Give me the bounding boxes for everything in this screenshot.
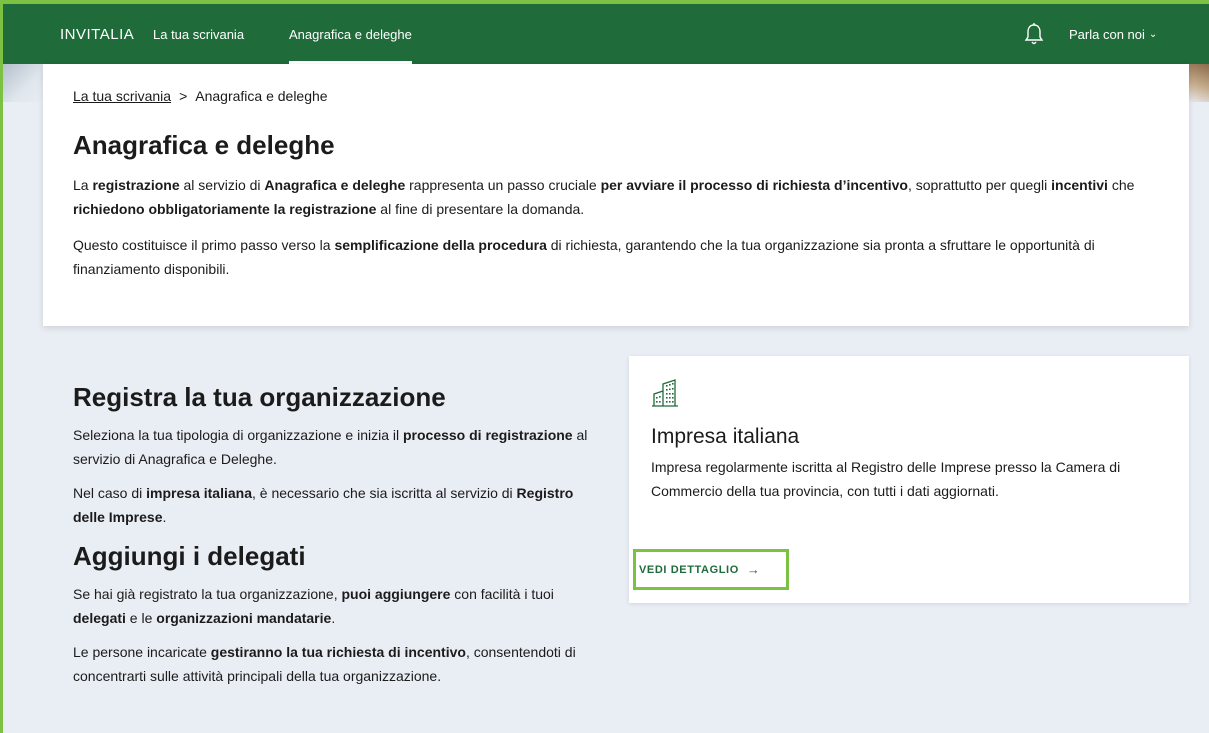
intro-paragraph-1: La registrazione al servizio di Anagrafi… — [73, 177, 1135, 217]
breadcrumb-home-link[interactable]: La tua scrivania — [73, 88, 171, 104]
delegates-paragraph-1: Se hai già registrato la tua organizzazi… — [73, 586, 554, 626]
contact-label: Parla con noi — [1069, 26, 1145, 42]
delegates-title: Aggiungi i delegati — [73, 541, 306, 571]
button-label: VEDI DETTAGLIO — [639, 563, 739, 576]
vedi-dettaglio-button[interactable]: VEDI DETTAGLIO → — [633, 549, 789, 590]
bell-icon[interactable] — [1023, 22, 1045, 46]
card-title: Impresa italiana — [651, 425, 800, 448]
register-paragraph-2: Nel caso di impresa italiana, è necessar… — [73, 485, 574, 525]
arrow-right-icon: → — [746, 562, 761, 577]
breadcrumb-current: Anagrafica e deleghe — [195, 88, 328, 104]
logo-text: INVITALIA — [60, 25, 135, 43]
intro-card: La tua scrivania > Anagrafica e deleghe An… — [43, 64, 1189, 326]
breadcrumb: La tua scrivania > Anagrafica e deleghe — [73, 88, 1159, 104]
background-image-left — [3, 64, 43, 102]
nav-link-label: La tua scrivania — [153, 26, 245, 42]
register-paragraph-1: Seleziona la tua tipologia di organizzaz… — [73, 427, 588, 467]
invitalia-logo[interactable]: INVITALIA — [60, 18, 134, 50]
breadcrumb-separator: > — [179, 88, 188, 104]
intro-paragraph-2: Questo costituisce il primo passo verso … — [73, 237, 1095, 277]
impresa-italiana-card: Impresa italiana Impresa regolarmente is… — [629, 356, 1189, 603]
card-description: Impresa regolarmente iscritta al Registr… — [651, 459, 1121, 499]
top-navbar: INVITALIA La tua scrivania Anagrafica e … — [3, 0, 1209, 64]
page-title: Anagrafica e deleghe — [73, 130, 335, 160]
chevron-down-icon: ⌄ — [1148, 28, 1158, 40]
register-title: Registra la tua organizzazione — [73, 382, 446, 412]
info-column: Registra la tua organizzazione Seleziona… — [73, 382, 593, 688]
delegates-paragraph-2: Le persone incaricate gestiranno la tua … — [73, 644, 576, 684]
nav-link-anagrafica[interactable]: Anagrafica e deleghe — [289, 4, 412, 64]
nav-link-scrivania[interactable]: La tua scrivania — [153, 4, 244, 64]
contact-menu[interactable]: Parla con noi ⌄ — [1069, 4, 1157, 64]
nav-link-label: Anagrafica e deleghe — [289, 26, 412, 42]
building-icon — [652, 379, 678, 407]
